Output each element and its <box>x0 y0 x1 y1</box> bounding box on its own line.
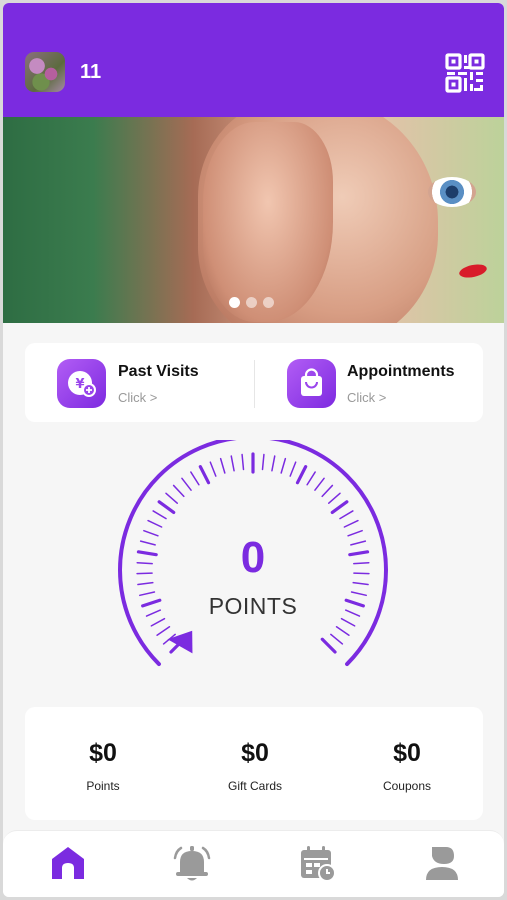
gauge-minor-tick <box>328 492 341 504</box>
coin-plus-icon: ¥ <box>57 359 106 408</box>
avatar[interactable] <box>25 52 65 92</box>
gift-cards-amount: $0 <box>241 739 269 767</box>
past-visits-button[interactable]: ¥ Past Visits Click > <box>25 343 254 422</box>
appointments-title: Appointments <box>347 363 455 380</box>
coupons-amount: $0 <box>393 739 421 767</box>
gauge-minor-tick <box>271 455 276 472</box>
bottom-nav <box>3 830 504 897</box>
gauge-minor-tick <box>209 461 217 477</box>
gauge-minor-tick <box>147 519 163 528</box>
gauge-minor-tick <box>343 519 359 528</box>
shopping-bag-icon <box>287 359 336 408</box>
balances-card: $0 Points $0 Gift Cards $0 Coupons <box>25 707 483 820</box>
gauge-minor-tick <box>321 484 334 498</box>
calendar-clock-icon[interactable] <box>297 843 337 883</box>
points-amount: $0 <box>89 739 117 767</box>
gauge-minor-tick <box>152 510 167 520</box>
gauge-minor-tick <box>261 453 265 471</box>
past-visits-title: Past Visits <box>118 363 199 380</box>
gift-cards-label: Gift Cards <box>227 779 282 793</box>
gauge-minor-tick <box>330 633 344 645</box>
gauge-minor-tick <box>335 626 350 636</box>
gauge-minor-tick <box>339 510 354 520</box>
profile-icon[interactable] <box>422 843 462 883</box>
points-value: 0 <box>240 533 266 582</box>
gauge-major-tick <box>330 500 349 514</box>
qr-code-icon[interactable] <box>445 53 485 93</box>
gauge-minor-tick <box>181 477 192 491</box>
gauge-minor-tick <box>230 455 235 472</box>
gauge-minor-tick <box>241 453 245 471</box>
app-screen: 11 ¥ Past Visits Click > Appointments Cl… <box>3 3 504 897</box>
points-balance-label: Points <box>86 779 120 793</box>
header-bar: 11 <box>3 3 504 117</box>
gauge-major-tick <box>295 465 308 485</box>
gauge-major-tick <box>157 500 176 514</box>
home-icon[interactable] <box>48 843 88 883</box>
promo-banner[interactable] <box>3 117 504 323</box>
gift-cards-balance[interactable]: $0 Gift Cards <box>179 707 331 820</box>
gauge-minor-tick <box>314 477 325 491</box>
gauge-minor-tick <box>219 457 226 474</box>
gauge-major-tick <box>198 465 211 485</box>
gauge-minor-tick <box>306 471 316 486</box>
quick-actions-card: ¥ Past Visits Click > Appointments Click… <box>25 343 483 422</box>
gauge-minor-tick <box>156 626 171 636</box>
user-count: 11 <box>80 61 102 83</box>
bell-icon[interactable] <box>172 843 212 883</box>
past-visits-link[interactable]: Click > <box>118 390 157 405</box>
points-balance[interactable]: $0 Points <box>27 707 179 820</box>
appointments-button[interactable]: Appointments Click > <box>254 343 483 422</box>
carousel-dot[interactable] <box>263 297 274 308</box>
gauge-minor-tick <box>190 471 200 486</box>
appointments-link[interactable]: Click > <box>347 390 386 405</box>
gauge-minor-tick <box>165 492 178 504</box>
gauge-minor-tick <box>289 461 297 477</box>
coupons-balance[interactable]: $0 Coupons <box>331 707 483 820</box>
gauge-minor-tick <box>280 457 287 474</box>
carousel-indicator <box>229 297 274 308</box>
points-label: POINTS <box>208 593 298 619</box>
carousel-dot[interactable] <box>246 297 257 308</box>
coupons-label: Coupons <box>382 779 432 793</box>
gauge-minor-tick <box>172 484 185 498</box>
carousel-dot-active[interactable] <box>229 297 240 308</box>
gauge-major-tick <box>320 637 337 654</box>
